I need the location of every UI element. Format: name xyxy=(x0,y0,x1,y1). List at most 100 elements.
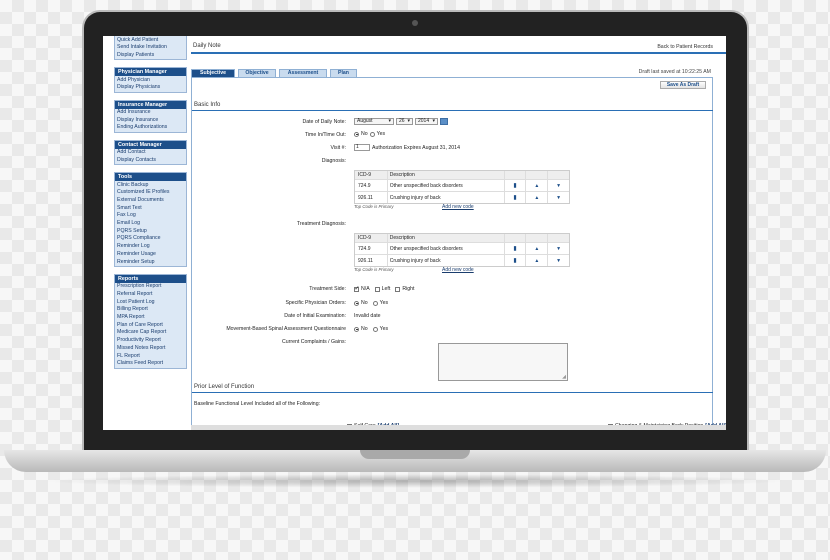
arrow-down-icon[interactable]: ▼ xyxy=(556,195,561,201)
sidebar-item-report[interactable]: Productivity Report xyxy=(115,337,186,345)
sidebar-item-tools[interactable]: PQRS Setup xyxy=(115,227,186,235)
sidebar-item-display-insurance[interactable]: Display Insurance xyxy=(115,116,186,124)
arrow-up-icon[interactable]: ▲ xyxy=(534,195,539,201)
arrow-up-icon[interactable]: ▲ xyxy=(534,246,539,252)
visit-number-input[interactable]: 1 xyxy=(354,144,370,151)
day-select[interactable]: 26 ▾ xyxy=(396,118,413,125)
radio-label: Yes xyxy=(376,131,386,137)
form-panel: Save As Draft Basic Info Date of Daily N… xyxy=(191,78,726,430)
sidebar-heading: Physician Manager xyxy=(115,68,186,77)
icd-code: 724.9 xyxy=(358,245,371,252)
back-to-patient-records-link[interactable]: Back to Patient Records xyxy=(657,44,713,50)
orders-yes-radio[interactable] xyxy=(372,300,378,306)
sidebar-item-display-physicians[interactable]: Display Physicians xyxy=(115,84,186,92)
diagnosis-table: ICD-9 Description 724.9 Other unspecifie… xyxy=(354,170,570,204)
sidebar-item-tools[interactable]: Clinic Backup xyxy=(115,181,186,189)
side-na-checkbox[interactable] xyxy=(354,285,360,292)
sidebar-item-quick-add-patient[interactable]: Quick Add Patient xyxy=(115,36,186,44)
side-left-checkbox[interactable] xyxy=(374,286,380,292)
physician-orders-field: No Yes xyxy=(354,300,388,306)
date-label: Date of Daily Note: xyxy=(302,119,346,125)
calendar-icon[interactable] xyxy=(440,118,448,125)
time-yes-radio[interactable] xyxy=(369,131,375,137)
sidebar-item-report[interactable]: Billing Report xyxy=(115,306,186,314)
checkbox-label: N/A xyxy=(361,286,370,292)
table-row: 724.9 Other unspecified back disorders ▮… xyxy=(355,242,569,254)
sidebar-item-tools[interactable]: Fax Log xyxy=(115,212,186,220)
laptop-notch xyxy=(360,450,470,459)
sidebar-item-report[interactable]: Missed Notes Report xyxy=(115,344,186,352)
time-no-radio[interactable] xyxy=(354,131,359,137)
arrow-down-icon[interactable]: ▼ xyxy=(556,258,561,264)
sidebar-item-add-physician[interactable]: Add Physician xyxy=(115,76,186,84)
complaints-label: Current Complaints / Gains: xyxy=(281,339,346,345)
sidebar-item-tools[interactable]: Customized IE Profiles xyxy=(115,189,186,197)
movement-no-radio[interactable] xyxy=(354,326,359,332)
sidebar-item-tools[interactable]: External Documents xyxy=(115,196,186,204)
treatment-diagnosis-label: Treatment Diagnosis: xyxy=(296,221,346,227)
arrow-down-icon[interactable]: ▼ xyxy=(556,183,561,189)
column-header-empty xyxy=(547,234,569,242)
sidebar-heading: Reports xyxy=(115,274,186,283)
top-code-note: Top Code is Primary xyxy=(354,267,394,272)
month-value: August xyxy=(357,118,373,124)
arrow-down-icon[interactable]: ▼ xyxy=(556,246,561,252)
sidebar-item-report[interactable]: Medicare Cap Report xyxy=(115,329,186,337)
radio-label: Yes xyxy=(379,326,389,332)
sidebar-item-report[interactable]: FL Report xyxy=(115,352,186,360)
sidebar-item-send-intake[interactable]: Send Intake Invitation xyxy=(115,44,186,52)
chevron-down-icon: ▾ xyxy=(432,118,435,124)
add-new-code-link[interactable]: Add new code xyxy=(442,267,474,273)
sidebar-item-display-contacts[interactable]: Display Contacts xyxy=(115,156,186,164)
column-header: ICD-9 xyxy=(358,235,372,241)
sidebar-item-report[interactable]: MPA Report xyxy=(115,314,186,322)
icd-description: Crushing injury of back xyxy=(386,255,504,266)
orders-no-radio[interactable] xyxy=(354,300,359,306)
time-field: No Yes xyxy=(354,131,385,137)
chevron-down-icon: ▾ xyxy=(388,118,391,124)
resize-grip-icon[interactable]: ◢ xyxy=(562,374,566,380)
page-title: Daily Note xyxy=(193,43,221,49)
sidebar-item-report[interactable]: Plan of Care Report xyxy=(115,321,186,329)
radio-label: No xyxy=(361,326,368,332)
main-content: Daily Note Back to Patient Records Subje… xyxy=(191,36,726,430)
sidebar-item-tools[interactable]: Email Log xyxy=(115,220,186,228)
column-header-empty xyxy=(525,171,547,179)
sidebar-item-tools[interactable]: PQRS Compliance xyxy=(115,235,186,243)
add-new-code-link[interactable]: Add new code xyxy=(442,204,474,210)
arrow-up-icon[interactable]: ▲ xyxy=(534,183,539,189)
side-right-checkbox[interactable] xyxy=(395,286,401,292)
sidebar-item-report[interactable]: Lost Patient Log xyxy=(115,298,186,306)
trash-icon[interactable]: ▮ xyxy=(513,245,516,252)
sidebar-group-tools: Tools Clinic Backup Customized IE Profil… xyxy=(114,172,187,267)
sidebar-item-ending-authorizations[interactable]: Ending Authorizations xyxy=(115,124,186,132)
arrow-up-icon[interactable]: ▲ xyxy=(534,258,539,264)
save-as-draft-button[interactable]: Save As Draft xyxy=(660,81,706,89)
column-header-empty xyxy=(547,171,569,179)
sidebar-item-tools[interactable]: Reminder Log xyxy=(115,243,186,251)
sidebar-item-tools[interactable]: Reminder Usage xyxy=(115,250,186,258)
horizontal-scrollbar[interactable] xyxy=(191,425,726,430)
sidebar-item-report[interactable]: Claims Feed Report xyxy=(115,360,186,368)
trash-icon[interactable]: ▮ xyxy=(513,257,516,264)
complaints-textarea[interactable]: ◢ xyxy=(438,343,568,381)
month-select[interactable]: August ▾ xyxy=(354,118,394,125)
sidebar-item-tools[interactable]: Reminder Setup xyxy=(115,258,186,266)
movement-yes-radio[interactable] xyxy=(372,326,378,332)
column-header-empty xyxy=(525,234,547,242)
sidebar-item-tools[interactable]: Smart Text xyxy=(115,204,186,212)
sidebar-item-add-contact[interactable]: Add Contact xyxy=(115,149,186,157)
movement-questionnaire-field: No Yes xyxy=(354,326,388,332)
sidebar-item-report[interactable]: Prescription Report xyxy=(115,283,186,291)
year-select[interactable]: 2014 ▾ xyxy=(415,118,438,125)
treatment-side-label: Treatment Side: xyxy=(309,286,346,292)
sidebar-item-display-patients[interactable]: Display Patients xyxy=(115,51,186,59)
sidebar-heading: Tools xyxy=(115,173,186,182)
section-title-prior-level: Prior Level of Function xyxy=(194,384,255,390)
section-title-basic-info: Basic Info xyxy=(194,102,221,108)
table-row: 926.11 Crushing injury of back ▮ ▲ ▼ xyxy=(355,254,569,266)
trash-icon[interactable]: ▮ xyxy=(513,194,516,201)
sidebar-item-report[interactable]: Referral Report xyxy=(115,290,186,298)
sidebar-item-add-insurance[interactable]: Add Insurance xyxy=(115,109,186,117)
trash-icon[interactable]: ▮ xyxy=(513,182,516,189)
